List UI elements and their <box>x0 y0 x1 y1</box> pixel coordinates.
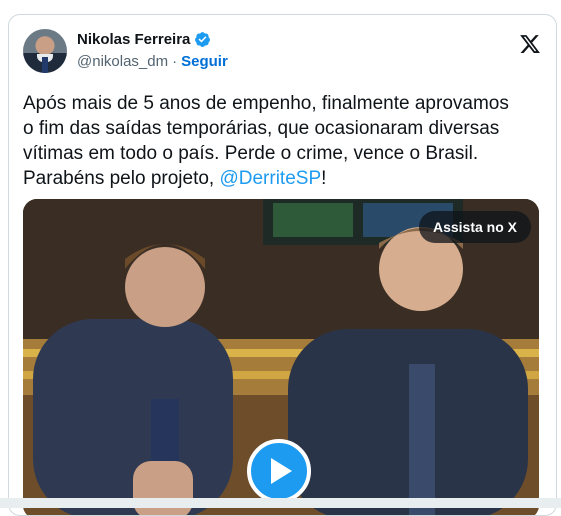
tweet-line: vítimas em todo o país. Perde o crime, v… <box>23 143 479 164</box>
tweet-line: Após mais de 5 anos de empenho, finalmen… <box>23 93 509 114</box>
play-icon <box>271 458 292 484</box>
tweet-line: Parabéns pelo projeto, @DerriteSP! <box>23 166 543 191</box>
mention-link[interactable]: @DerriteSP <box>219 168 321 189</box>
tweet-line: o fim das saídas temporárias, que ocasio… <box>23 118 500 139</box>
author-handle[interactable]: @nikolas_dm <box>77 53 168 70</box>
tweet-card[interactable]: Nikolas Ferreira @nikolas_dm · Seguir Ap… <box>8 14 557 516</box>
play-button[interactable] <box>247 439 311 503</box>
verified-badge-icon <box>195 32 211 47</box>
separator-dot: · <box>172 53 178 70</box>
follow-button[interactable]: Seguir <box>181 53 228 70</box>
tweet-text: Após mais de 5 anos de empenho, finalmen… <box>23 91 543 191</box>
avatar[interactable] <box>23 29 67 73</box>
tweet-header: Nikolas Ferreira @nikolas_dm · Seguir <box>23 27 543 75</box>
watch-on-x-button[interactable]: Assista no X <box>418 211 531 243</box>
handle-row: @nikolas_dm · Seguir <box>77 53 228 70</box>
page-bottom-strip <box>0 498 561 508</box>
author-name[interactable]: Nikolas Ferreira <box>77 31 190 48</box>
video-player[interactable]: Assista no X <box>23 199 539 515</box>
tweet-line-trailing: ! <box>321 168 327 189</box>
avatar-tie <box>42 57 48 73</box>
x-logo-icon[interactable] <box>519 33 541 55</box>
tweet-line-text: Parabéns pelo projeto, <box>23 168 220 189</box>
name-row: Nikolas Ferreira <box>77 31 211 48</box>
